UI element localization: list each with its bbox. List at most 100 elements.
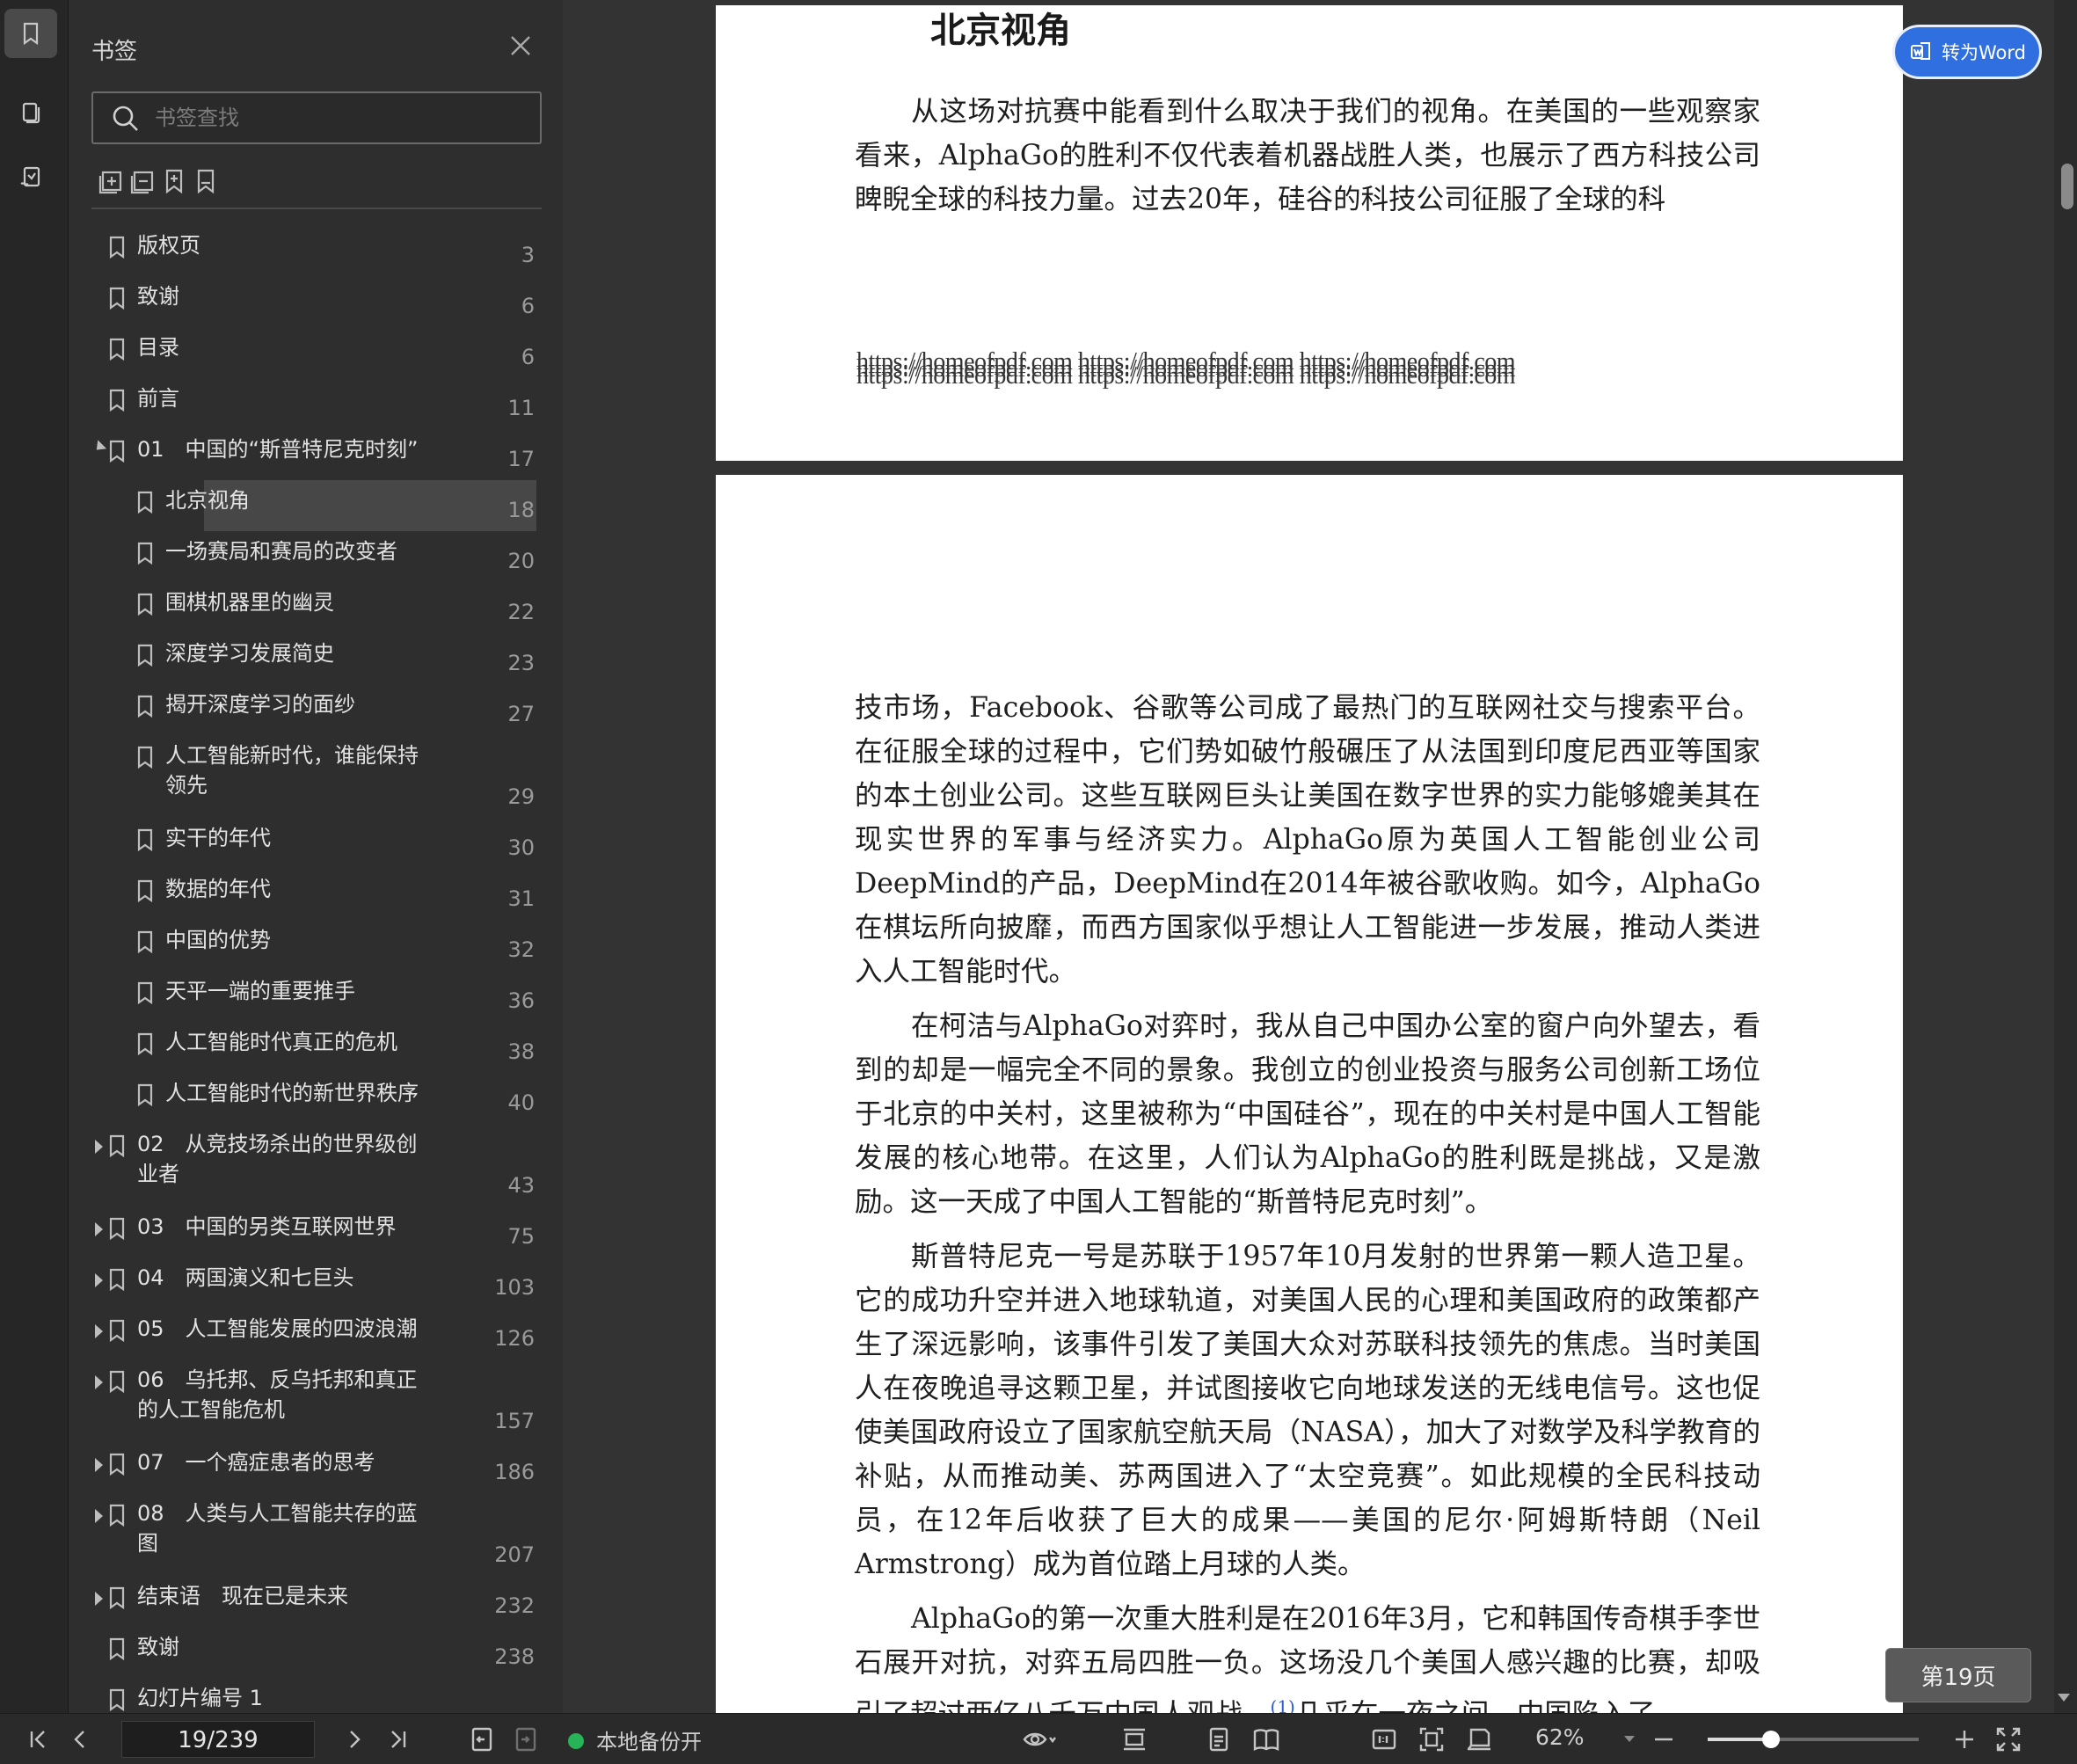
body-paragraph: 从这场对抗赛中能看到什么取决于我们的视角。在美国的一些观察家看来，AlphaGo…: [855, 90, 1760, 222]
bookmark-flag-icon: [109, 1319, 125, 1343]
backup-status-dot: [568, 1733, 584, 1749]
page-number-input[interactable]: 19/239: [121, 1721, 315, 1758]
close-panel-button[interactable]: [506, 32, 535, 60]
convert-to-word-label: 转为Word: [1942, 42, 2026, 63]
bookmark-label: 天平一端的重要推手: [165, 979, 355, 1003]
bookmark-page: 6: [521, 294, 535, 318]
bookmark-search-input[interactable]: [155, 100, 524, 135]
expand-caret-icon[interactable]: [95, 1140, 103, 1154]
next-page-button[interactable]: [338, 1724, 369, 1754]
expand-caret-icon[interactable]: [91, 440, 107, 455]
bookmark-page: 20: [507, 549, 535, 573]
fit-page-button[interactable]: [1416, 1724, 1447, 1754]
plus-icon: [1956, 1731, 1973, 1748]
pages-rail-button[interactable]: [4, 88, 57, 137]
fullscreen-icon: [1996, 1727, 2021, 1752]
zoom-dropdown-button[interactable]: [1622, 1724, 1637, 1754]
collapse-all-icon: [130, 171, 154, 194]
bookmark-flag-icon: [109, 1217, 125, 1241]
expand-caret-icon[interactable]: [95, 1592, 103, 1606]
zoom-slider-handle[interactable]: [1762, 1731, 1780, 1748]
chevron-right-icon: [350, 1731, 361, 1748]
actual-size-button[interactable]: [1368, 1724, 1400, 1754]
zoom-in-button[interactable]: [1949, 1724, 1980, 1754]
bookmark-flag-icon: [109, 389, 125, 412]
previous-page-button[interactable]: [65, 1724, 97, 1754]
scroll-down-arrow-icon[interactable]: [2058, 1694, 2070, 1702]
fit-width-button[interactable]: [1463, 1724, 1495, 1754]
bookmark-label: 02 从竞技场杀出的世界级创业者: [137, 1132, 418, 1186]
eye-protection-button[interactable]: [1018, 1724, 1059, 1754]
bottom-toolbar: 19/239 本地备份开 62%: [0, 1713, 2077, 1764]
first-page-icon: [30, 1731, 45, 1748]
bookmark-page: 22: [507, 600, 535, 624]
collapse-all-button[interactable]: [128, 167, 160, 199]
bookmark-flag-icon: [137, 879, 153, 903]
annotation-icon: [20, 166, 40, 187]
document-viewer[interactable]: 北京视角 从这场对抗赛中能看到什么取决于我们的视角。在美国的一些观察家看来，Al…: [563, 0, 2077, 1713]
bookmark-label: 01 中国的“斯普特尼克时刻”: [137, 437, 419, 462]
annotation-rail-button[interactable]: [4, 153, 57, 202]
bookmark-label: 版权页: [137, 233, 200, 258]
back-view-button[interactable]: [466, 1724, 498, 1754]
bookmark-flag-icon: [109, 1586, 125, 1610]
expand-caret-icon[interactable]: [95, 1375, 103, 1389]
continuous-scroll-icon: [1124, 1728, 1145, 1751]
fullscreen-button[interactable]: [1993, 1724, 2024, 1754]
expand-caret-icon[interactable]: [95, 1509, 103, 1523]
last-page-button[interactable]: [382, 1724, 413, 1754]
pages-icon: [22, 102, 40, 124]
bookmark-button[interactable]: [192, 167, 223, 199]
zoom-level[interactable]: 62%: [1535, 1724, 1585, 1750]
bookmark-label: 致谢: [137, 284, 179, 309]
bookmark-label: 07 一个癌症患者的思考: [137, 1450, 375, 1475]
first-page-button[interactable]: [23, 1724, 55, 1754]
single-page-icon: [1209, 1727, 1228, 1752]
bookmark-page: 126: [494, 1326, 535, 1351]
document-scrollbar[interactable]: [2054, 0, 2077, 1713]
bookmark-label: 05 人工智能发展的四波浪潮: [137, 1316, 418, 1341]
two-page-button[interactable]: [1249, 1724, 1284, 1754]
bookmark-flag-icon: [137, 828, 153, 852]
expand-caret-icon[interactable]: [95, 1222, 103, 1236]
minus-icon: [1655, 1738, 1673, 1741]
page-number-tooltip: 第19页: [1885, 1648, 2031, 1702]
page-body: 技市场，Facebook、谷歌等公司成了最热门的互联网社交与搜索平台。在征服全球…: [855, 686, 1760, 1713]
bookmark-flag-icon: [137, 491, 153, 514]
convert-to-word-button[interactable]: 转为Word: [1892, 25, 2042, 79]
bookmark-label: 前言: [137, 386, 179, 411]
bookmark-flag-icon: [109, 1453, 125, 1476]
bookmark-search-box[interactable]: [91, 91, 542, 144]
bookmark-label: 03 中国的另类互联网世界: [137, 1214, 397, 1239]
bookmark-page: 40: [507, 1090, 535, 1115]
continuous-scroll-button[interactable]: [1119, 1724, 1150, 1754]
expand-caret-icon[interactable]: [95, 1458, 103, 1472]
forward-view-button[interactable]: [510, 1724, 542, 1754]
bookmark-label: 北京视角: [165, 488, 250, 513]
paragraph-text: 斯普特尼克一号是苏联于1957年10月发射的世界第一颗人造卫星。它的成功升空并进…: [855, 1241, 1760, 1580]
bookmark-page: 11: [507, 396, 535, 420]
zoom-out-button[interactable]: [1648, 1724, 1680, 1754]
expand-caret-icon[interactable]: [95, 1273, 103, 1287]
section-heading: 北京视角: [930, 11, 1071, 51]
pdf-reader-window: 书签 版权页 3: [0, 0, 2077, 1764]
chevron-left-icon: [74, 1731, 84, 1748]
backup-status-label[interactable]: 本地备份开: [596, 1724, 702, 1755]
footnote-link[interactable]: (1): [1271, 1696, 1295, 1713]
expand-caret-icon[interactable]: [95, 1324, 103, 1338]
document-page-19: 技市场，Facebook、谷歌等公司成了最热门的互联网社交与搜索平台。在征服全球…: [716, 475, 1903, 1713]
bookmark-page: 38: [507, 1039, 535, 1064]
single-page-button[interactable]: [1203, 1724, 1235, 1754]
chevron-down-icon: [1624, 1736, 1635, 1742]
sidebar-rail: [0, 0, 69, 1713]
search-icon: [113, 106, 138, 131]
paragraph-text: 从这场对抗赛中能看到什么取决于我们的视角。在美国的一些观察家看来，AlphaGo…: [855, 96, 1760, 215]
bookmark-icon: [197, 169, 215, 194]
paragraph-text: 技市场，Facebook、谷歌等公司成了最热门的互联网社交与搜索平台。在征服全球…: [855, 692, 1760, 988]
expand-all-button[interactable]: [97, 167, 128, 199]
bookmark-page: 23: [507, 651, 535, 675]
bookmark-rail-button[interactable]: [4, 9, 57, 58]
document-scroll-thumb[interactable]: [2061, 164, 2073, 209]
add-bookmark-button[interactable]: [160, 167, 192, 199]
bookmark-flag-icon: [109, 1134, 125, 1158]
